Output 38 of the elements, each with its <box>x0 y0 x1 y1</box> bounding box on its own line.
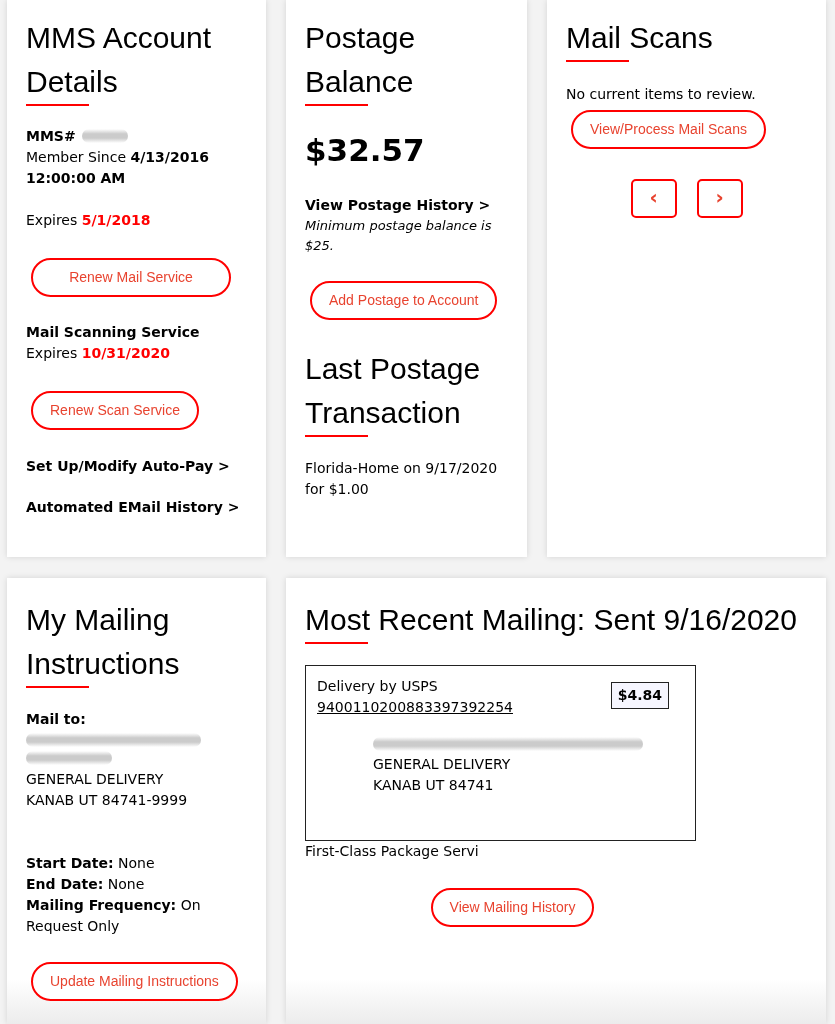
note-text: Minimum postage balance is $25. <box>305 217 493 255</box>
detail-text: Mailing Frequency: On Request Only <box>26 896 202 936</box>
member-since-text: Member Since 4/13/2016 12:00:00 AM <box>26 148 210 188</box>
add-postage-button[interactable]: Add Postage to Account <box>310 281 498 320</box>
expiry-text: Expires 5/1/2018 <box>26 211 152 230</box>
renew-scan-button[interactable]: Renew Scan Service <box>31 391 199 430</box>
tracking-link[interactable]: 9400110200883397392254 <box>317 699 513 715</box>
renew-mail-button[interactable]: Renew Mail Service <box>31 258 231 297</box>
section-label: Mail Scanning Service <box>26 323 201 342</box>
address-line: GENERAL DELIVERY <box>373 755 512 774</box>
previous-page-button[interactable]: ‹ <box>630 179 677 218</box>
link[interactable]: Automated EMail History > <box>26 497 240 518</box>
card-title: Postage Balance <box>305 20 417 100</box>
address-line: KANAB UT 84741-9999 <box>26 791 189 810</box>
expiry-text: Expires 10/31/2020 <box>26 344 171 363</box>
transaction-text: Florida-Home on 9/17/2020 for $1.00 <box>305 459 499 499</box>
service-text: First-Class Package Servi <box>305 842 480 861</box>
address-line: KANAB UT 84741 <box>373 776 495 795</box>
balance-amount: $32.57 <box>305 132 426 168</box>
card-title: My Mailing Instructions <box>26 602 181 682</box>
postage-amount: $4.84 <box>610 682 669 709</box>
message-text: No current items to review. <box>566 85 757 104</box>
postage-history-link[interactable]: View Postage History > <box>305 195 491 216</box>
member-number-label: MMS# <box>26 128 76 144</box>
card-title: MMS Account Details <box>26 20 213 100</box>
carrier-text: Delivery by USPS <box>317 677 439 696</box>
next-page-button[interactable]: › <box>696 179 743 218</box>
update-instructions-button[interactable]: Update Mailing Instructions <box>31 962 238 1001</box>
detail-text: Start Date: None <box>26 854 156 873</box>
address-line: GENERAL DELIVERY <box>26 770 165 789</box>
mail-to-label: Mail to: <box>26 710 87 729</box>
card-title: Last Postage Transaction <box>305 351 482 431</box>
card-title: Most Recent Mailing: Sent 9/16/2020 <box>305 602 798 638</box>
process-scans-button[interactable]: View/Process Mail Scans <box>571 110 766 149</box>
detail-text: End Date: None <box>26 875 146 894</box>
mailing-history-button[interactable]: View Mailing History <box>430 888 595 927</box>
card-title: Mail Scans <box>566 20 714 56</box>
link[interactable]: Set Up/Modify Auto-Pay > <box>26 456 230 477</box>
